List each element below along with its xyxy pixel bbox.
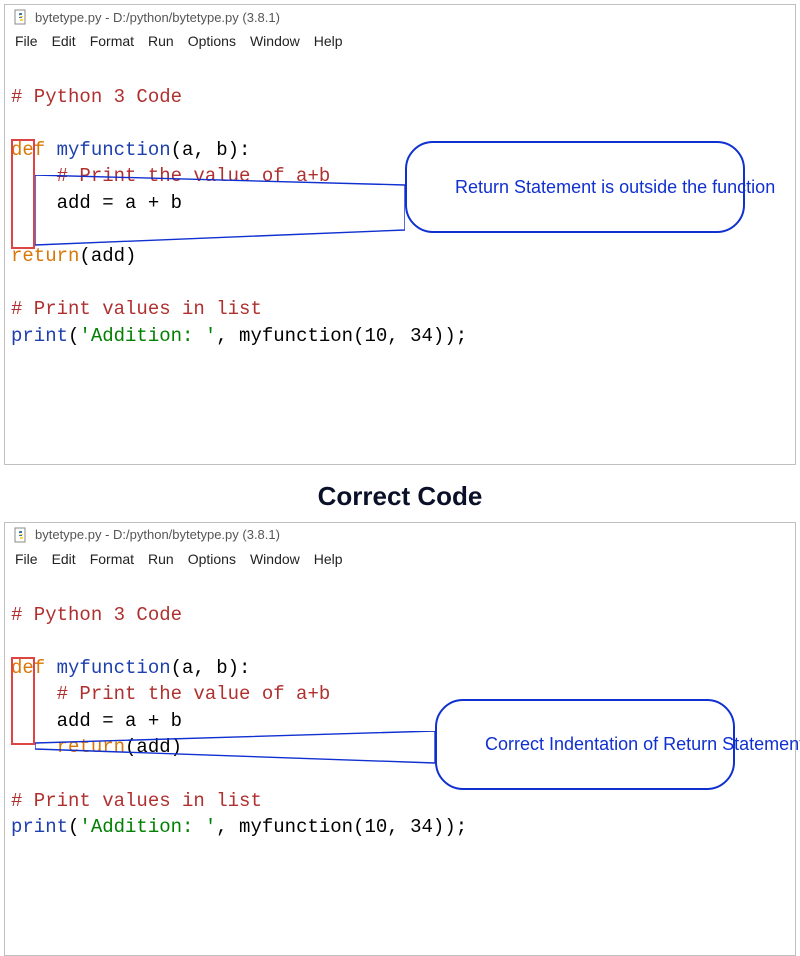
menu-run[interactable]: Run [148,551,174,567]
menu-format[interactable]: Format [90,551,134,567]
code-func-name: myfunction [45,139,170,161]
titlebar: bytetype.py - D:/python/bytetype.py (3.8… [5,523,795,547]
code-args: (a, b): [171,657,251,679]
idle-window-incorrect: bytetype.py - D:/python/bytetype.py (3.8… [4,4,796,465]
code-comment: # Print the value of a+b [11,683,330,705]
callout-correct-indent: Correct Indentation of Return Statement [435,699,735,791]
code-keyword-def: def [11,139,45,161]
menu-edit[interactable]: Edit [52,551,76,567]
menu-window[interactable]: Window [250,551,300,567]
python-file-icon [13,527,29,543]
code-editor-incorrect[interactable]: # Python 3 Code def myfunction(a, b): # … [5,55,795,464]
menu-window[interactable]: Window [250,33,300,49]
callout-return-outside: Return Statement is outside the function [405,141,745,233]
code-editor-correct[interactable]: # Python 3 Code def myfunction(a, b): # … [5,573,795,955]
python-file-icon [13,9,29,25]
menu-format[interactable]: Format [90,33,134,49]
code-builtin-print: print [11,816,68,838]
menubar: File Edit Format Run Options Window Help [5,547,795,573]
code-comment: # Print the value of a+b [11,165,330,187]
menu-file[interactable]: File [15,551,38,567]
code-assign: add = a + b [11,192,182,214]
menubar: File Edit Format Run Options Window Help [5,29,795,55]
menu-help[interactable]: Help [314,551,343,567]
code-string: 'Addition: ' [79,816,216,838]
code-keyword-def: def [11,657,45,679]
code-keyword-return: return [11,245,79,267]
menu-help[interactable]: Help [314,33,343,49]
menu-file[interactable]: File [15,33,38,49]
titlebar: bytetype.py - D:/python/bytetype.py (3.8… [5,5,795,29]
code-func-name: myfunction [45,657,170,679]
window-title: bytetype.py - D:/python/bytetype.py (3.8… [35,10,280,25]
menu-options[interactable]: Options [188,33,236,49]
menu-edit[interactable]: Edit [52,33,76,49]
code-keyword-return: return [11,736,125,758]
code-string: 'Addition: ' [79,325,216,347]
code-return-arg: (add) [125,736,182,758]
window-title: bytetype.py - D:/python/bytetype.py (3.8… [35,527,280,542]
code-builtin-print: print [11,325,68,347]
code-comment: # Python 3 Code [11,604,182,626]
code-comment: # Python 3 Code [11,86,182,108]
idle-window-correct: bytetype.py - D:/python/bytetype.py (3.8… [4,522,796,956]
code-assign: add = a + b [11,710,182,732]
menu-run[interactable]: Run [148,33,174,49]
code-return-arg: (add) [79,245,136,267]
code-comment: # Print values in list [11,790,262,812]
section-heading: Correct Code [0,481,800,512]
code-args: (a, b): [171,139,251,161]
code-comment: # Print values in list [11,298,262,320]
menu-options[interactable]: Options [188,551,236,567]
